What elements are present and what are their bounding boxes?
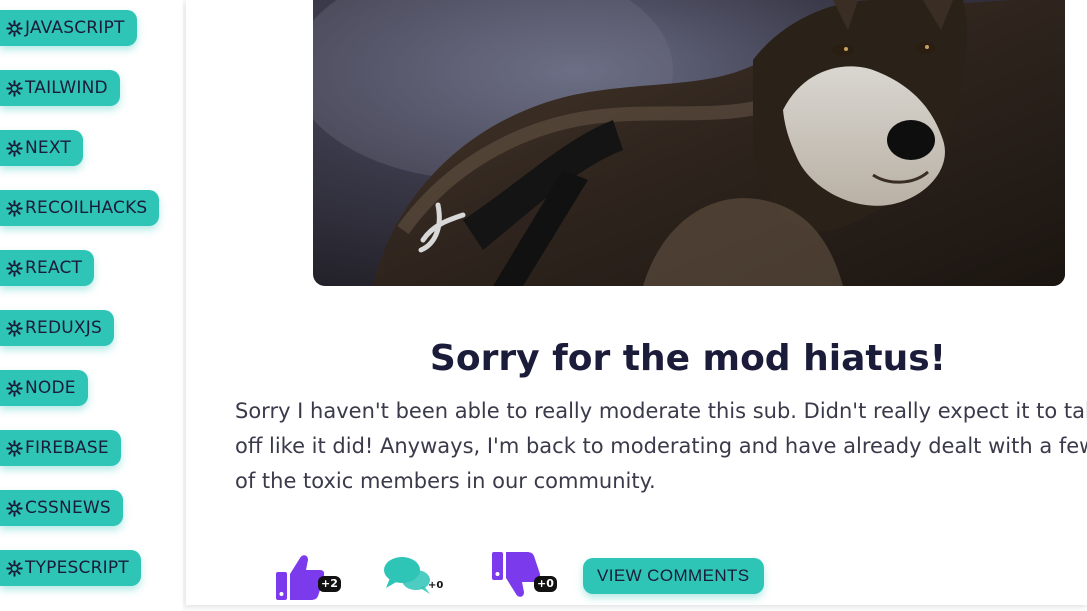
gear-icon (6, 499, 23, 517)
gear-icon (6, 319, 23, 337)
tag-label: RECOILHACKS (25, 198, 148, 218)
tag-label: TAILWIND (25, 78, 108, 98)
post-actions: +2 +0 +0 VIEW COMMENTS (186, 548, 1087, 605)
tag-label: NODE (25, 378, 76, 398)
gear-icon (6, 139, 23, 157)
gear-icon (6, 559, 23, 577)
page: JAVASCRIPT TAILWIND NEXT RECOILHACKS REA… (0, 0, 1087, 611)
tag-cssnews[interactable]: CSSNEWS (0, 490, 123, 526)
post-title: Sorry for the mod hiatus! (429, 338, 947, 379)
upvote-button[interactable]: +2 (276, 548, 346, 602)
tag-reduxjs[interactable]: REDUXJS (0, 310, 114, 346)
tag-firebase[interactable]: FIREBASE (0, 430, 121, 466)
thumbs-down-icon (492, 552, 540, 597)
gear-icon (6, 259, 23, 277)
downvote-count: +0 (534, 576, 557, 592)
tag-label: CSSNEWS (25, 498, 111, 518)
comment-count: +0 (428, 580, 444, 591)
gear-icon (6, 79, 23, 97)
tag-label: FIREBASE (25, 438, 109, 458)
tag-typescript[interactable]: TYPESCRIPT (0, 550, 141, 586)
tag-label: TYPESCRIPT (25, 558, 129, 578)
comment-button[interactable]: +0 (384, 548, 454, 602)
tag-node[interactable]: NODE (0, 370, 88, 406)
tag-label: REDUXJS (25, 318, 102, 338)
view-comments-button[interactable]: VIEW COMMENTS (583, 558, 764, 594)
tag-javascript[interactable]: JAVASCRIPT (0, 10, 137, 46)
gear-icon (6, 439, 23, 457)
tag-label: REACT (25, 258, 83, 278)
tag-tailwind[interactable]: TAILWIND (0, 70, 120, 106)
comments-icon (384, 557, 430, 594)
post-image-dog (313, 0, 1065, 286)
tag-label: JAVASCRIPT (25, 18, 125, 38)
upvote-count: +2 (318, 576, 341, 592)
tag-react[interactable]: REACT (0, 250, 95, 286)
tag-next[interactable]: NEXT (0, 130, 83, 166)
tag-recoilhacks[interactable]: RECOILHACKS (0, 190, 160, 226)
post-card: Sorry for the mod hiatus! Sorry I haven'… (186, 0, 1087, 605)
gear-icon (6, 379, 23, 397)
downvote-button[interactable]: +0 (492, 548, 562, 602)
gear-icon (6, 19, 23, 37)
thumbs-up-icon (276, 555, 324, 600)
tag-label: NEXT (25, 138, 71, 158)
post-body: Sorry I haven't been able to really mode… (235, 399, 1087, 493)
gear-icon (6, 199, 23, 217)
topic-sidebar: JAVASCRIPT TAILWIND NEXT RECOILHACKS REA… (0, 0, 183, 611)
